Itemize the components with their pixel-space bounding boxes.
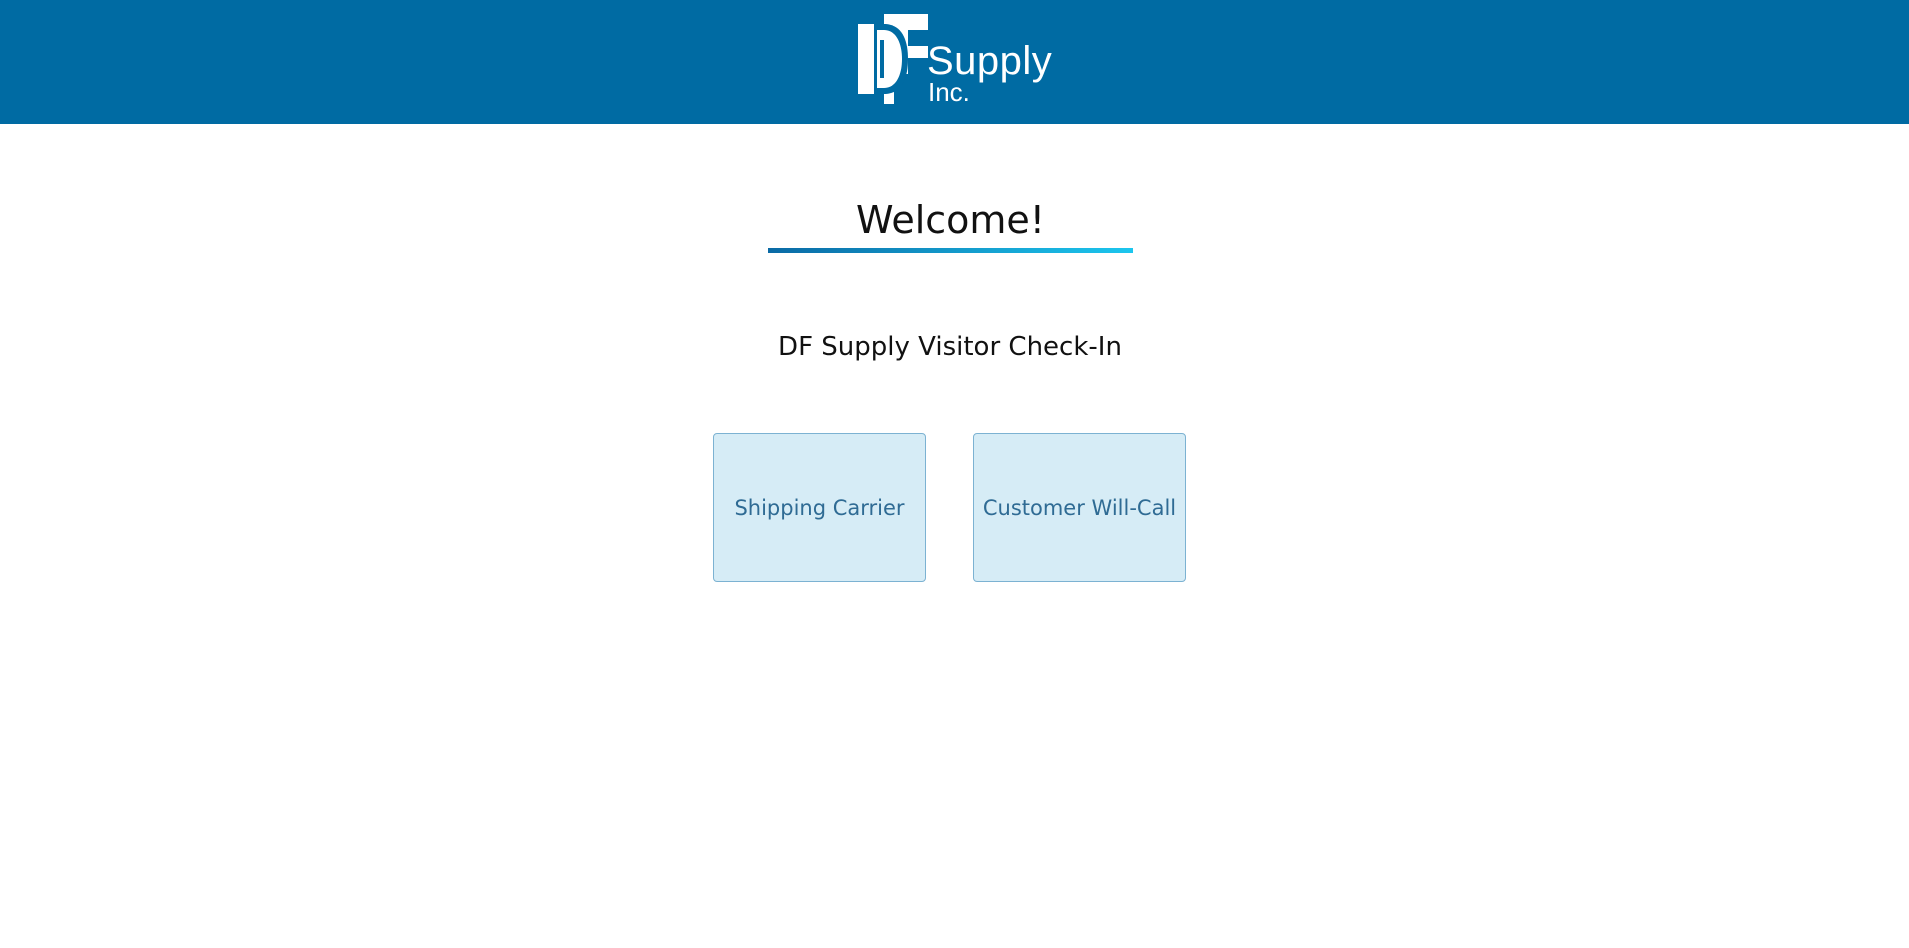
page-subtitle: DF Supply Visitor Check-In xyxy=(778,332,1122,362)
page-title: Welcome! xyxy=(855,198,1046,242)
customer-will-call-label: Customer Will-Call xyxy=(982,495,1177,520)
title-underline xyxy=(768,248,1133,253)
logo-wordmark: Supply xyxy=(927,39,1053,83)
company-logo: Supply Inc. xyxy=(858,14,1052,107)
logo-suffix: Inc. xyxy=(928,77,970,107)
shipping-carrier-label: Shipping Carrier xyxy=(734,495,905,520)
customer-will-call-button[interactable]: Customer Will-Call xyxy=(973,433,1186,582)
df-logo-mark xyxy=(858,14,930,104)
header-bar: Supply Inc. xyxy=(0,0,1909,124)
shipping-carrier-button[interactable]: Shipping Carrier xyxy=(713,433,926,582)
